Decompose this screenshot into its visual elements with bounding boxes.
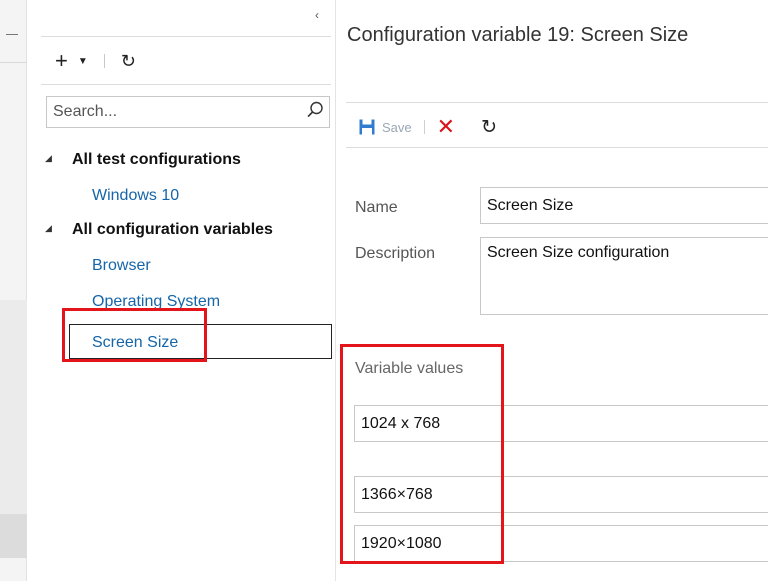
search-input[interactable] [47, 97, 297, 127]
tree-item-label: Windows 10 [92, 187, 180, 204]
tree-toolbar: + ▼ ↻ [55, 46, 136, 76]
caret-down-icon[interactable]: ▼ [78, 56, 88, 67]
toolbar-divider-top [346, 102, 768, 103]
gutter-band-dark [0, 514, 27, 558]
close-icon[interactable]: ✕ [437, 116, 455, 138]
name-label: Name [355, 199, 398, 216]
page-title: Configuration variable 19: Screen Size [347, 24, 689, 46]
refresh-icon[interactable]: ↻ [121, 51, 136, 72]
expand-triangle-icon[interactable]: ◢ [45, 153, 52, 164]
save-icon [359, 119, 375, 135]
toolbar-divider-bottom [41, 84, 331, 85]
tree-item-label: Browser [92, 257, 151, 274]
highlight-annotation-selected-item [62, 308, 207, 362]
left-gutter [0, 0, 27, 581]
tree-item-windows-10[interactable]: Windows 10 [27, 178, 335, 214]
highlight-annotation-variable-values [340, 344, 504, 564]
save-label: Save [382, 119, 412, 135]
description-field[interactable]: Screen Size configuration [480, 237, 768, 315]
tree-group-configuration-variables[interactable]: ◢ All configuration variables [27, 214, 335, 248]
tree-group-test-configurations[interactable]: ◢ All test configurations [27, 144, 335, 178]
configuration-tree-panel: ‹ + ▼ ↻ ◢ All test configurations Window… [27, 0, 335, 581]
name-field[interactable] [480, 187, 768, 224]
toolbar-divider-top [41, 36, 331, 37]
collapse-panel-button[interactable]: ‹ [315, 8, 319, 22]
detail-toolbar: Save ✕ ↻ [358, 112, 497, 142]
tree-group-label: All configuration variables [72, 221, 273, 238]
refresh-icon[interactable]: ↻ [481, 116, 497, 139]
description-label: Description [355, 245, 436, 262]
gutter-divider [0, 62, 27, 63]
expand-triangle-icon[interactable]: ◢ [45, 223, 52, 234]
toolbar-separator [423, 120, 425, 134]
search-box [46, 96, 330, 128]
tree-item-browser[interactable]: Browser [27, 248, 335, 284]
tree-group-label: All test configurations [72, 151, 241, 168]
save-button[interactable]: Save [358, 118, 412, 136]
search-icon[interactable] [305, 100, 325, 120]
toolbar-divider-bottom [346, 147, 768, 148]
toolbar-separator [103, 54, 105, 68]
gutter-dash [6, 34, 18, 35]
gutter-band [0, 300, 27, 514]
plus-icon[interactable]: + [55, 50, 68, 72]
